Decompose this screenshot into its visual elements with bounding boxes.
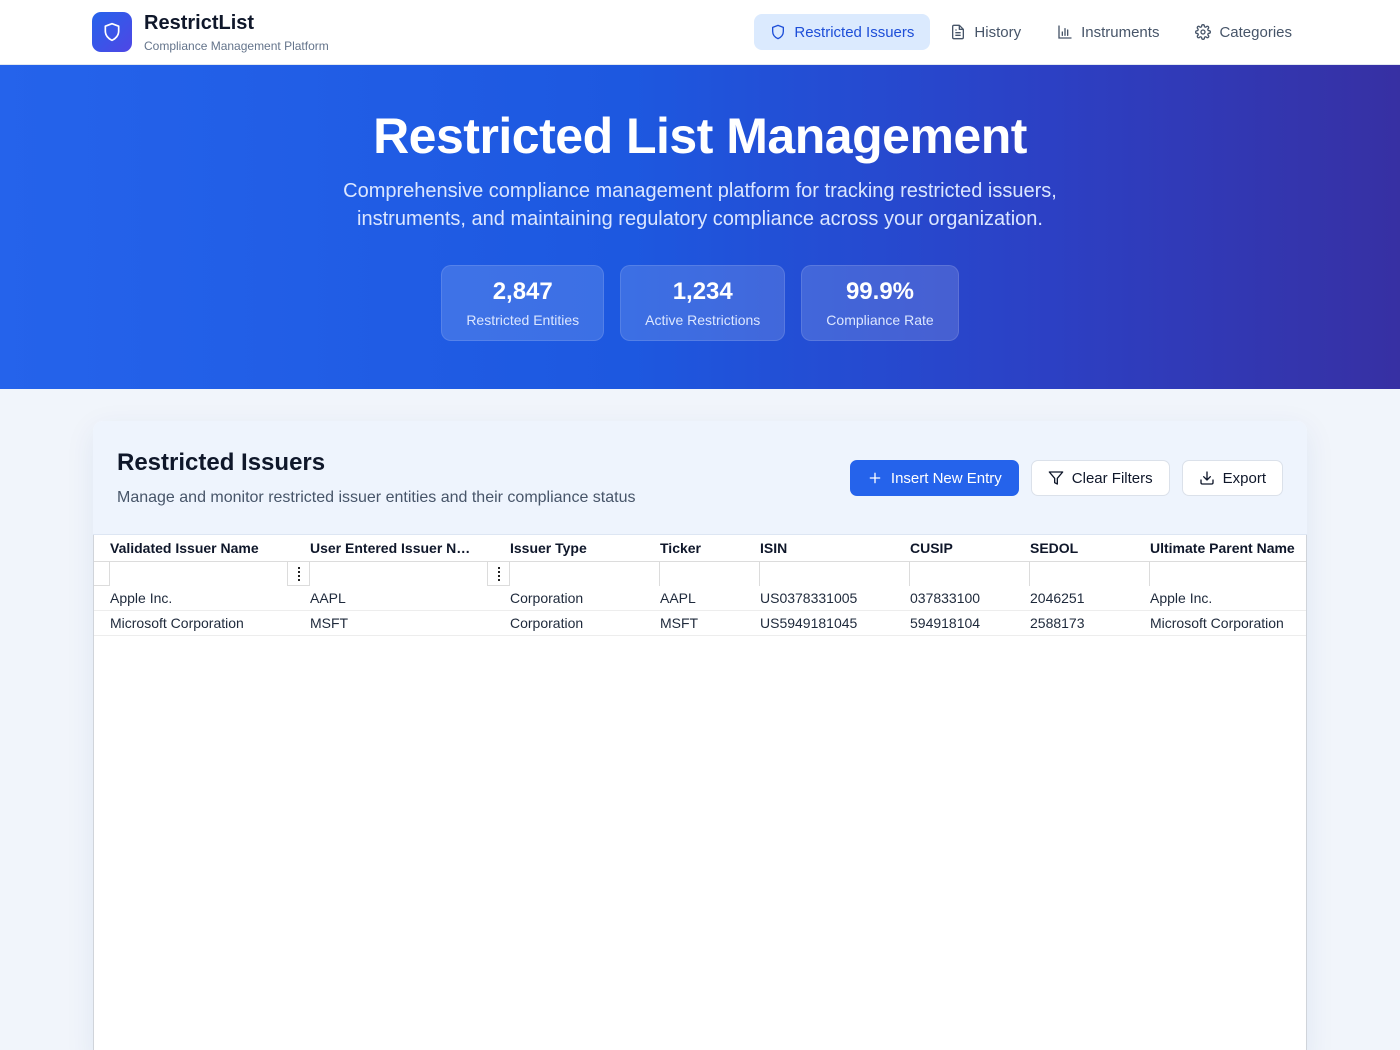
table-row[interactable]: Microsoft Corporation MSFT Corporation M… [93, 611, 1307, 636]
top-navbar: RestrictList Compliance Management Platf… [0, 0, 1400, 65]
column-header-isin[interactable]: ISIN [743, 535, 893, 561]
cell-ticker[interactable]: AAPL [643, 586, 743, 610]
gear-icon [1195, 24, 1212, 40]
cell-ultimate-parent-name[interactable]: Apple Inc. [1133, 586, 1307, 610]
column-header-user-entered-issuer-name[interactable]: User Entered Issuer N… [293, 535, 493, 561]
filter-menu-button[interactable] [288, 562, 309, 586]
nav-label: Categories [1219, 23, 1292, 41]
kebab-menu-icon [497, 567, 500, 581]
clear-filters-button[interactable]: Clear Filters [1030, 460, 1170, 496]
stat-value: 2,847 [492, 278, 553, 305]
main-nav: Restricted Issuers History Instruments C… [754, 14, 1308, 50]
button-label: Export [1222, 469, 1266, 487]
logo[interactable] [92, 12, 132, 52]
cell-isin[interactable]: US0378331005 [743, 586, 893, 610]
hero-title: Restricted List Management [373, 108, 1027, 164]
brand-name[interactable]: RestrictList [144, 12, 254, 35]
stat-label: Active Restrictions [645, 312, 761, 328]
filter-cell [109, 562, 309, 586]
filter-cell [659, 562, 841, 586]
kebab-menu-icon [297, 567, 300, 581]
export-button[interactable]: Export [1181, 460, 1283, 496]
filter-cell [1149, 562, 1307, 586]
card-description: Manage and monitor restricted issuer ent… [117, 489, 636, 506]
filter-input-validated-issuer-name[interactable] [110, 562, 288, 586]
shield-icon [772, 24, 785, 40]
filter-icon [1048, 471, 1064, 485]
cell-ultimate-parent-name[interactable]: Microsoft Corporation [1133, 611, 1307, 635]
insert-new-entry-button[interactable]: Insert New Entry [849, 460, 1019, 496]
stat-active-restrictions: 1,234 Active Restrictions [620, 265, 786, 341]
stat-label: Restricted Entities [466, 312, 580, 328]
filter-cell [509, 562, 691, 586]
nav-instruments[interactable]: Instruments [1041, 14, 1175, 50]
stat-label: Compliance Rate [826, 312, 934, 328]
cell-cusip[interactable]: 037833100 [893, 586, 1013, 610]
card-title: Restricted Issuers [117, 449, 326, 476]
card-actions: Insert New Entry Clear Filters Export [849, 460, 1283, 496]
button-label: Clear Filters [1071, 469, 1153, 487]
nav-categories[interactable]: Categories [1179, 14, 1308, 50]
cell-validated-issuer-name[interactable]: Microsoft Corporation [93, 611, 293, 635]
grid-filter-row [93, 561, 1307, 586]
document-icon [952, 24, 965, 40]
issuers-grid: Validated Issuer Name User Entered Issue… [93, 535, 1307, 636]
nav-label: History [974, 23, 1022, 41]
cell-user-entered-issuer-name[interactable]: AAPL [293, 586, 493, 610]
bar-chart-icon [1058, 25, 1072, 39]
download-icon [1199, 471, 1214, 485]
nav-restricted-issuers[interactable]: Restricted Issuers [754, 14, 931, 50]
cell-cusip[interactable]: 594918104 [893, 611, 1013, 635]
filter-cell [1029, 562, 1211, 586]
filter-input-ultimate-parent-name[interactable] [1150, 562, 1307, 586]
column-header-cusip[interactable]: CUSIP [893, 535, 1013, 561]
stats-row: 2,847 Restricted Entities 1,234 Active R… [0, 265, 1400, 341]
stat-value: 1,234 [672, 278, 733, 305]
cell-ticker[interactable]: MSFT [643, 611, 743, 635]
grid-header-row: Validated Issuer Name User Entered Issue… [93, 535, 1307, 561]
cell-isin[interactable]: US5949181045 [743, 611, 893, 635]
nav-label: Instruments [1081, 23, 1160, 41]
shield-logo-icon [104, 22, 120, 42]
nav-label: Restricted Issuers [794, 23, 915, 41]
cell-sedol[interactable]: 2046251 [1013, 586, 1133, 610]
plus-icon [869, 472, 881, 484]
column-header-validated-issuer-name[interactable]: Validated Issuer Name [93, 535, 293, 561]
button-label: Insert New Entry [890, 469, 1002, 487]
card-header: Restricted Issuers Manage and monitor re… [93, 421, 1307, 535]
stat-compliance-rate: 99.9% Compliance Rate [801, 265, 959, 341]
nav-history[interactable]: History [934, 14, 1037, 50]
stat-restricted-entities: 2,847 Restricted Entities [441, 265, 605, 341]
stat-value: 99.9% [845, 278, 915, 305]
filter-menu-button[interactable] [488, 562, 509, 586]
filter-cell [309, 562, 509, 586]
cell-validated-issuer-name[interactable]: Apple Inc. [93, 586, 293, 610]
filter-cell [909, 562, 1091, 586]
brand-subtitle: Compliance Management Platform [144, 39, 329, 53]
column-header-issuer-type[interactable]: Issuer Type [493, 535, 643, 561]
column-header-sedol[interactable]: SEDOL [1013, 535, 1133, 561]
filter-input-user-entered-issuer-name[interactable] [310, 562, 488, 586]
column-header-ticker[interactable]: Ticker [643, 535, 743, 561]
hero-description: Comprehensive compliance management plat… [343, 180, 1057, 230]
cell-issuer-type[interactable]: Corporation [493, 586, 643, 610]
table-row[interactable]: Apple Inc. AAPL Corporation AAPL US03783… [93, 586, 1307, 611]
cell-sedol[interactable]: 2588173 [1013, 611, 1133, 635]
cell-issuer-type[interactable]: Corporation [493, 611, 643, 635]
restricted-issuers-card: Restricted Issuers Manage and monitor re… [93, 421, 1307, 1050]
cell-user-entered-issuer-name[interactable]: MSFT [293, 611, 493, 635]
column-header-ultimate-parent-name[interactable]: Ultimate Parent Name [1133, 535, 1307, 561]
filter-cell [759, 562, 941, 586]
hero-banner: Restricted List Management Comprehensive… [0, 65, 1400, 389]
